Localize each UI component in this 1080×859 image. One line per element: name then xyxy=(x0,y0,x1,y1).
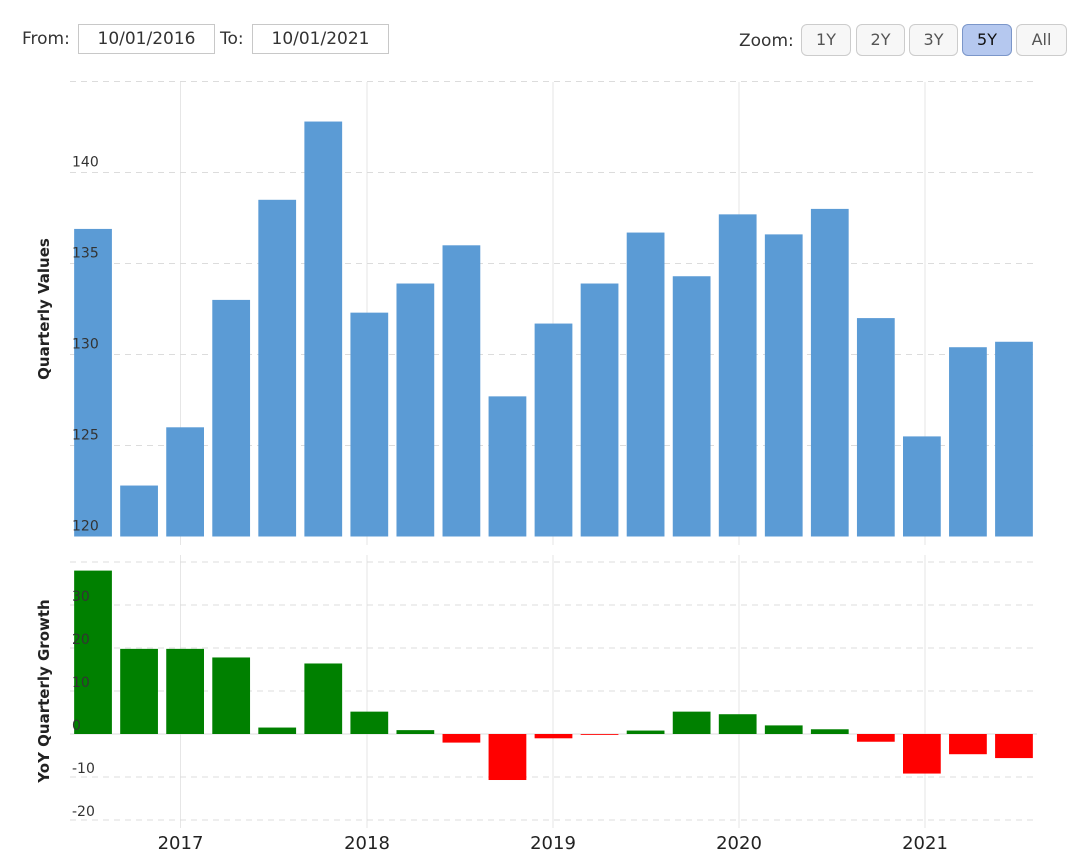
quarterly-value-bar xyxy=(350,312,389,537)
yoy-growth-bar xyxy=(718,714,757,734)
quarterly-value-bar xyxy=(626,232,665,537)
yoy-growth-bar xyxy=(810,729,849,734)
bottom-y-tick-label: 10 xyxy=(72,675,90,691)
yoy-growth-bar xyxy=(856,734,895,742)
quarterly-value-bar xyxy=(258,199,297,537)
yoy-growth-bar xyxy=(488,734,527,781)
quarterly-value-bar xyxy=(903,436,941,537)
quarterly-value-bar xyxy=(212,299,251,537)
quarterly-value-bar xyxy=(856,318,895,537)
yoy-growth-bar xyxy=(995,734,1033,759)
quarterly-value-bar xyxy=(396,283,435,537)
quarterly-value-bar xyxy=(120,485,158,537)
yoy-growth-bar xyxy=(120,648,158,734)
yoy-growth-bar xyxy=(212,657,251,734)
yoy-growth-bar xyxy=(626,730,665,734)
quarterly-value-bar xyxy=(764,234,803,537)
yoy-growth-bar xyxy=(580,734,619,735)
quarterly-value-bar xyxy=(672,276,711,537)
x-year-label: 2020 xyxy=(716,833,762,854)
bottom-y-tick-label: -10 xyxy=(72,761,95,777)
quarterly-value-bar xyxy=(534,323,573,537)
quarterly-value-bar xyxy=(442,245,481,537)
quarterly-value-bar xyxy=(995,341,1033,537)
yoy-growth-bar xyxy=(534,734,573,739)
yoy-growth-bar xyxy=(396,730,435,734)
top-y-tick-label: 125 xyxy=(72,428,99,444)
quarterly-value-bar xyxy=(304,121,343,537)
x-year-label: 2019 xyxy=(530,833,576,854)
bottom-y-tick-label: 0 xyxy=(72,718,81,734)
yoy-growth-bar xyxy=(903,734,941,774)
yoy-growth-bar xyxy=(764,725,803,734)
yoy-growth-axis-title: YoY Quarterly Growth xyxy=(35,599,53,783)
quarterly-value-bar xyxy=(810,208,849,537)
yoy-growth-bar xyxy=(166,648,204,734)
quarterly-value-bar xyxy=(74,228,112,537)
x-year-label: 2018 xyxy=(344,833,390,854)
quarterly-chart: 120 125 130 135 140 -20 -10 0 10 20 30 2017 2018 2019… xyxy=(35,81,1037,854)
yoy-growth-bar xyxy=(350,711,389,734)
top-y-tick-label: 130 xyxy=(72,337,99,353)
yoy-growth-bar xyxy=(304,663,343,734)
yoy-growth-bar xyxy=(442,734,481,743)
quarterly-value-bar xyxy=(949,347,987,537)
quarterly-value-bar xyxy=(488,396,527,537)
x-year-label: 2017 xyxy=(158,833,204,854)
quarterly-value-bar xyxy=(166,427,204,537)
quarterly-value-bar xyxy=(718,214,757,537)
top-y-tick-label: 135 xyxy=(72,246,99,262)
bottom-y-tick-label: 30 xyxy=(72,589,90,605)
bottom-y-tick-label: 20 xyxy=(72,632,90,648)
yoy-growth-bar xyxy=(949,734,987,755)
top-y-tick-label: 140 xyxy=(72,155,99,171)
quarterly-value-bar xyxy=(580,283,619,537)
yoy-growth-bar xyxy=(258,727,297,734)
bottom-y-tick-label: -20 xyxy=(72,804,95,820)
yoy-growth-bar xyxy=(672,711,711,734)
quarterly-values-axis-title: Quarterly Values xyxy=(35,238,53,380)
x-year-label: 2021 xyxy=(902,833,948,854)
top-y-tick-label: 120 xyxy=(72,519,99,535)
